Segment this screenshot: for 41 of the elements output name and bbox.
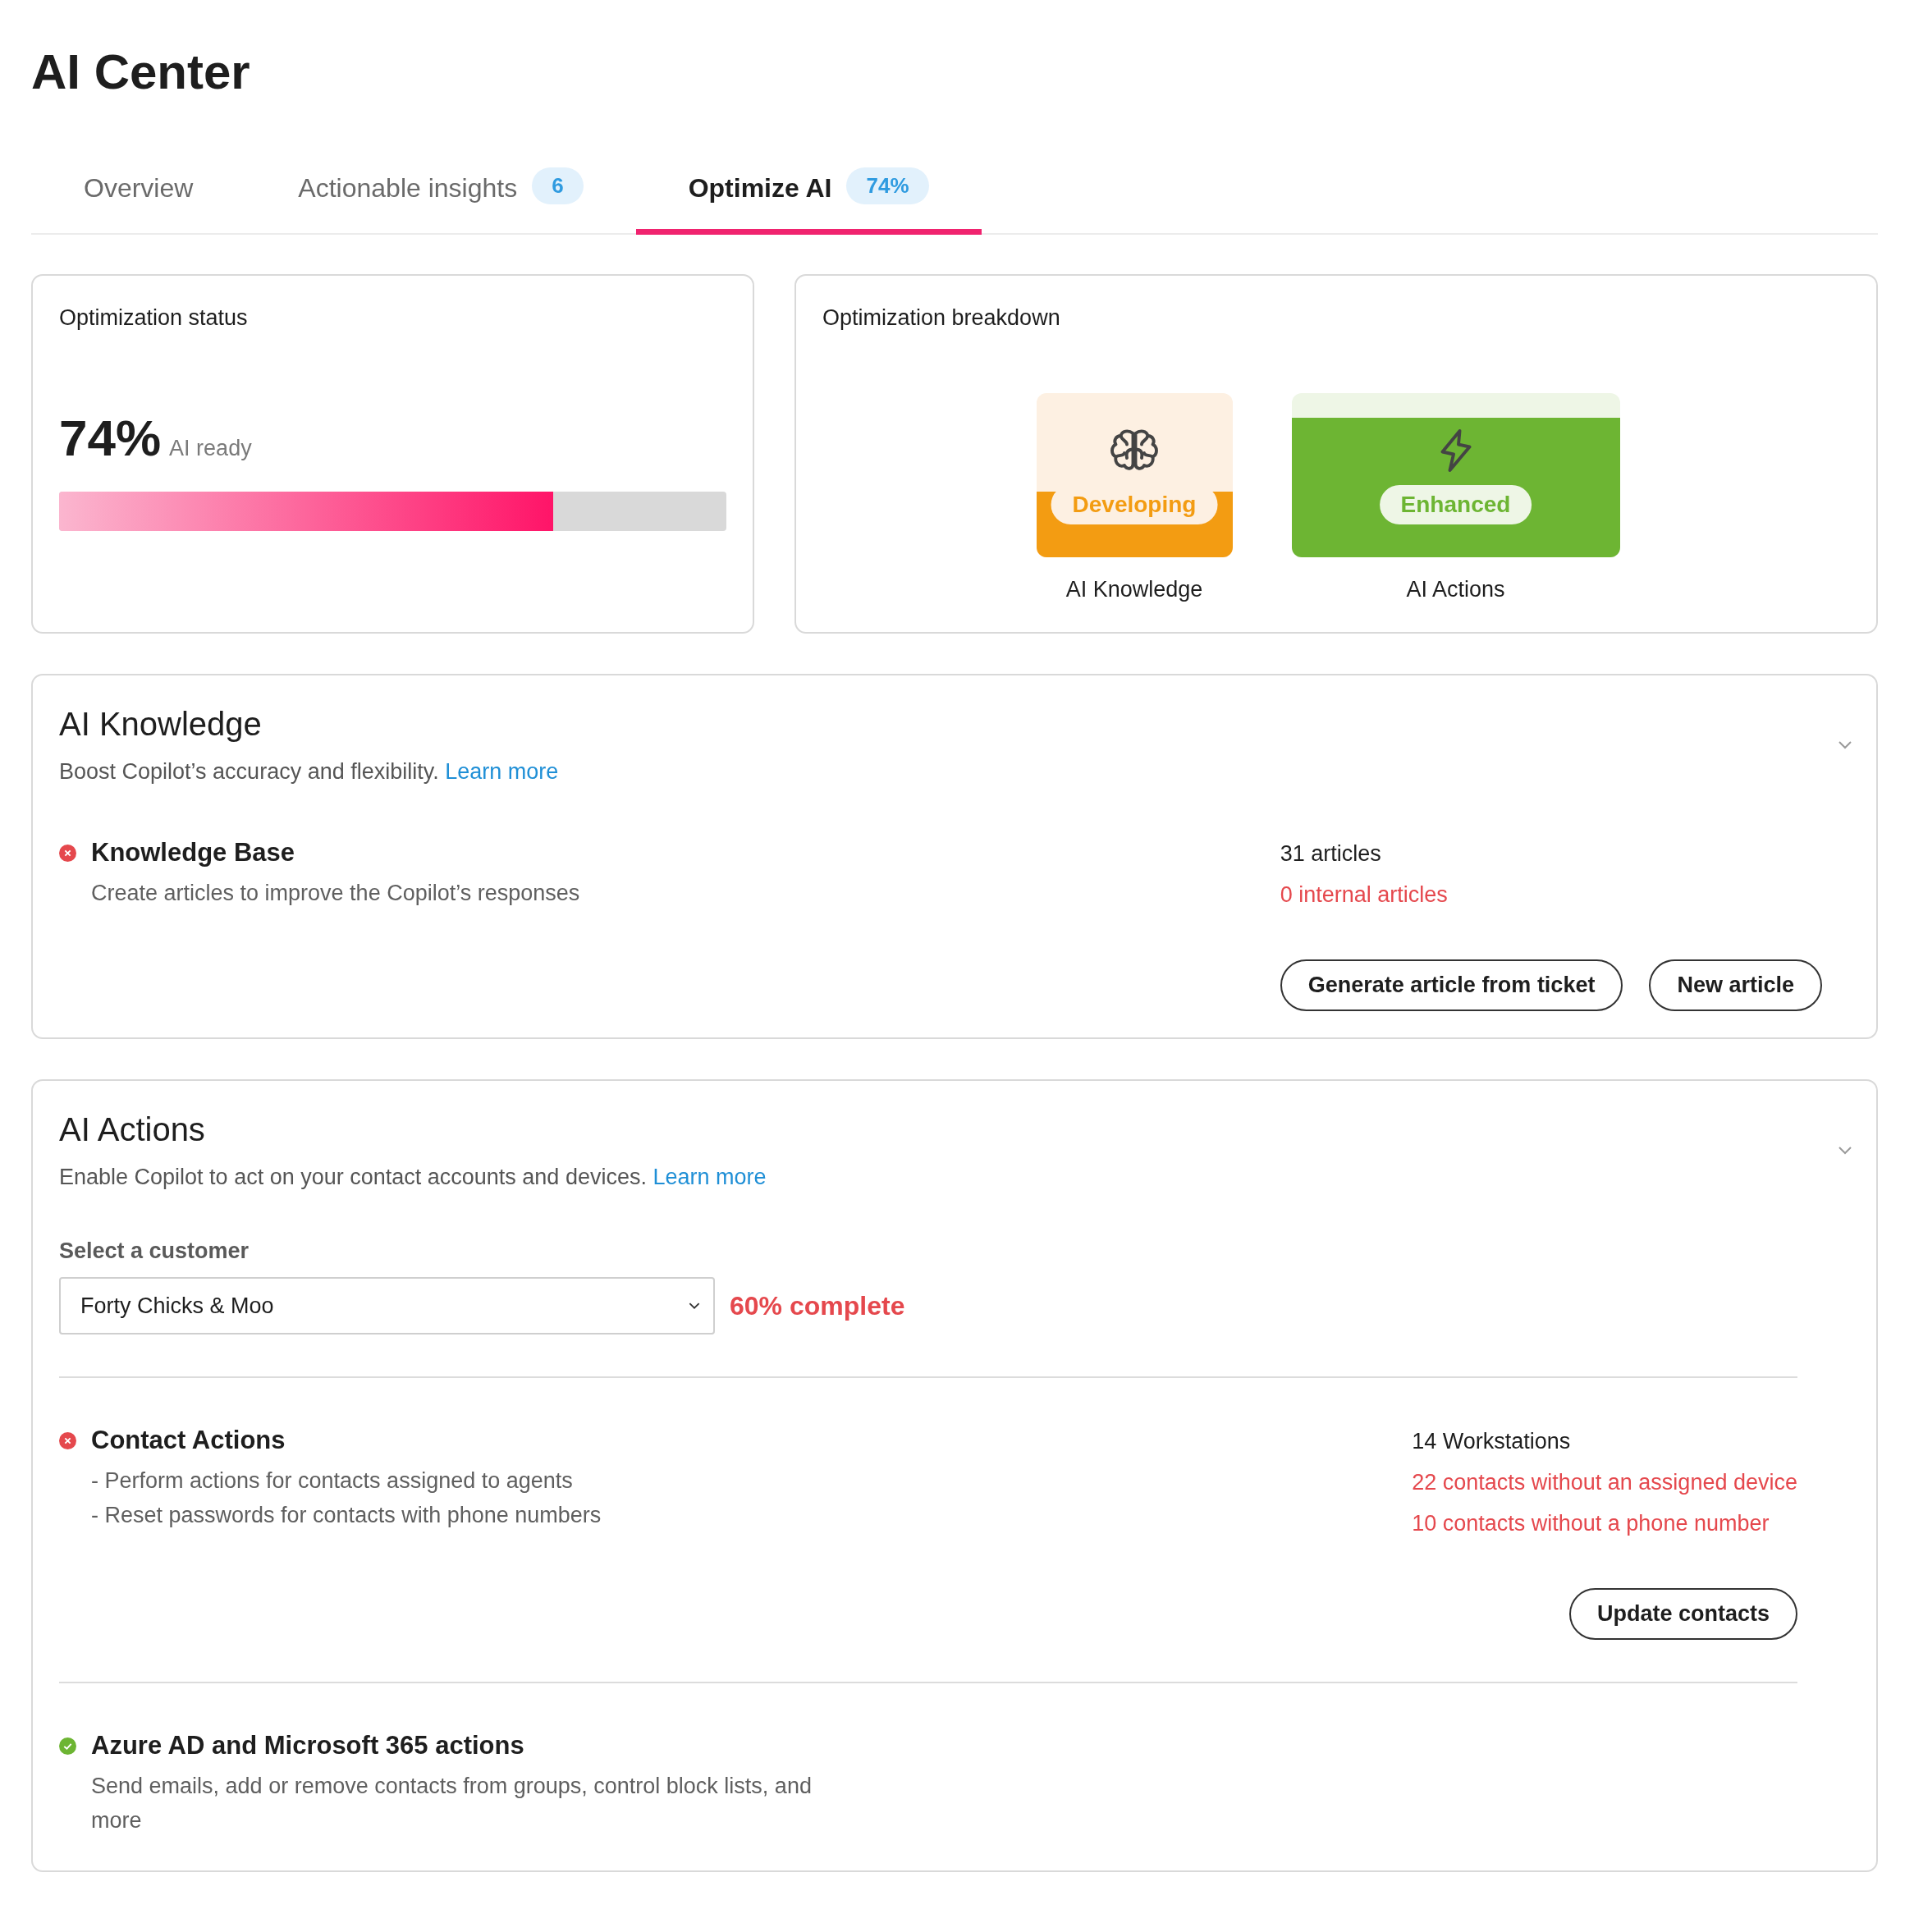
chevron-down-icon[interactable] (1838, 1147, 1852, 1155)
tab[interactable]: Optimize AI 74% (635, 151, 982, 235)
item-description: - Perform actions for contacts assigned to agents (91, 1467, 574, 1495)
card-title: Optimization breakdown (822, 305, 1061, 331)
action-button[interactable]: New article (1649, 959, 1822, 1011)
tab[interactable]: Overview (31, 151, 246, 235)
count-badge: 74% (846, 167, 929, 204)
learn-more-link[interactable]: Learn more (445, 759, 559, 784)
section-title: AI Knowledge (59, 705, 263, 744)
tile-label: AI Knowledge (1065, 577, 1203, 602)
completion-text: 60% complete (730, 1290, 905, 1321)
count-badge: 6 (532, 167, 584, 204)
stat-text: 31 articles (1280, 840, 1382, 868)
item-title: Azure AD and Microsoft 365 actions (91, 1731, 524, 1760)
caret-icon (689, 1302, 700, 1310)
stat-text: 0 internal articles (1280, 881, 1449, 909)
action-button[interactable]: Generate article from ticket (1280, 959, 1623, 1011)
status-badge: Enhanced (1379, 485, 1532, 524)
tab[interactable]: Actionable insights 6 (245, 151, 636, 235)
stat-text: 22 contacts without an assigned device (1412, 1469, 1797, 1496)
item-title: Knowledge Base (91, 838, 295, 868)
item-description: Create articles to improve the Copilot’s responses (91, 880, 580, 907)
item-description: - Reset passwords for contacts with phone numbers (91, 1502, 602, 1529)
stat-text: 14 Workstations (1412, 1428, 1572, 1455)
page-title: AI Center (31, 43, 251, 101)
value-caption: AI ready (169, 436, 252, 461)
section-description: Boost Copilot’s accuracy and flexibility. Learn more (59, 759, 560, 785)
chevron-down-icon[interactable] (1838, 741, 1852, 749)
learn-more-link[interactable]: Learn more (652, 1165, 767, 1189)
section-title: AI Actions (59, 1110, 206, 1149)
section-description: Enable Copilot to act on your contact accounts and devices. Learn more (59, 1165, 767, 1190)
tile-label: AI Actions (1406, 577, 1505, 602)
customer-select[interactable]: Forty Chicks & Moo (59, 1277, 715, 1335)
field-label: Select a customer (59, 1238, 250, 1264)
percentage-value: 74% (59, 409, 162, 467)
card-title: Optimization status (59, 305, 249, 331)
brain-icon (1110, 428, 1159, 473)
item-title: Contact Actions (91, 1426, 286, 1455)
action-button[interactable]: Update contacts (1568, 1588, 1797, 1640)
stat-text: 10 contacts without a phone number (1412, 1510, 1770, 1537)
item-description: Send emails, add or remove contacts from groups, control block lists, and more (91, 1773, 813, 1834)
